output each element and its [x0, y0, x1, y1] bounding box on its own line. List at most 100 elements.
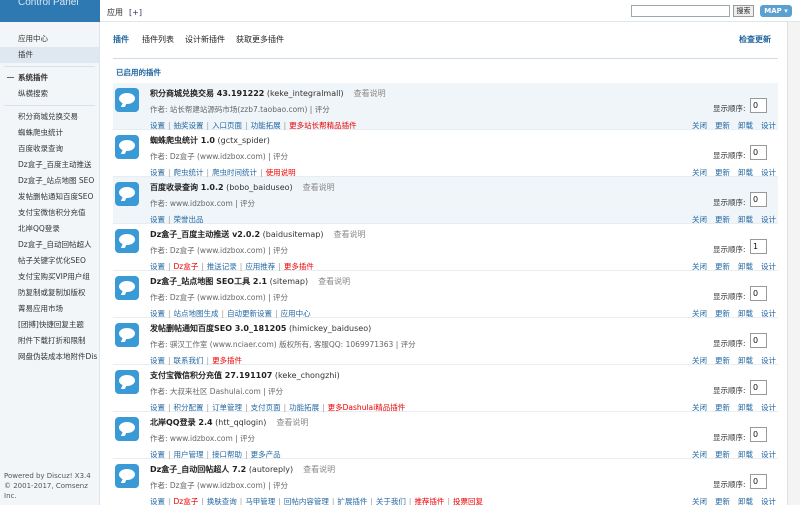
plugin-link[interactable]: 设置 — [150, 450, 165, 459]
plugin-link[interactable]: 更多插件 — [284, 262, 314, 271]
plugin-link[interactable]: 推荐插件 — [414, 497, 444, 505]
design-button[interactable]: 设计 — [761, 403, 776, 412]
display-order-input[interactable]: 0 — [750, 286, 767, 301]
tab-get-more[interactable]: 获取更多插件 — [236, 35, 284, 44]
plugin-link[interactable]: 更多产品 — [251, 450, 281, 459]
design-button[interactable]: 设计 — [761, 168, 776, 177]
disable-button[interactable]: 关闭 — [692, 121, 707, 130]
update-button[interactable]: 更新 — [715, 215, 730, 224]
display-order-input[interactable]: 0 — [750, 98, 767, 113]
rate-link[interactable]: 评分 — [401, 340, 416, 349]
scrollbar[interactable] — [787, 22, 800, 505]
add-shortcut-button[interactable]: [+] — [129, 8, 142, 17]
search-input[interactable] — [631, 5, 730, 17]
rate-link[interactable]: 评分 — [240, 434, 255, 443]
plugin-link[interactable]: 使用说明 — [266, 168, 296, 177]
display-order-input[interactable]: 0 — [750, 192, 767, 207]
display-order-input[interactable]: 0 — [750, 333, 767, 348]
rate-link[interactable]: 评分 — [240, 199, 255, 208]
sidebar-item[interactable]: 应用中心 — [0, 31, 99, 47]
plugin-link[interactable]: 设置 — [150, 121, 165, 130]
readme-link[interactable]: 查看说明 — [354, 89, 386, 98]
display-order-input[interactable]: 0 — [750, 474, 767, 489]
plugin-link[interactable]: 设置 — [150, 403, 165, 412]
update-button[interactable]: 更新 — [715, 121, 730, 130]
rate-link[interactable]: 评分 — [273, 481, 288, 490]
sidebar-item[interactable]: 防复制或复制加版权 — [0, 285, 99, 301]
plugin-link[interactable]: 积分配置 — [174, 403, 204, 412]
disable-button[interactable]: 关闭 — [692, 262, 707, 271]
sidebar-item[interactable]: 北岸QQ登录 — [0, 221, 99, 237]
plugin-link[interactable]: 接口帮助 — [212, 450, 242, 459]
sidebar-item[interactable]: 纵横搜索 — [0, 86, 99, 102]
plugin-link[interactable]: 设置 — [150, 309, 165, 318]
plugin-link[interactable]: 入口页面 — [212, 121, 242, 130]
plugin-link[interactable]: 推送记录 — [207, 262, 237, 271]
plugin-link[interactable]: 自动更新设置 — [227, 309, 272, 318]
plugin-link[interactable]: 设置 — [150, 168, 165, 177]
rate-link[interactable]: 评分 — [268, 387, 283, 396]
plugin-link[interactable]: 关于我们 — [376, 497, 406, 505]
disable-button[interactable]: 关闭 — [692, 168, 707, 177]
plugin-link[interactable]: 功能拓展 — [289, 403, 319, 412]
tab-plugin-list[interactable]: 插件列表 — [142, 35, 174, 44]
plugin-link[interactable]: 订单管理 — [212, 403, 242, 412]
disable-button[interactable]: 关闭 — [692, 309, 707, 318]
update-button[interactable]: 更新 — [715, 356, 730, 365]
display-order-input[interactable]: 1 — [750, 239, 767, 254]
uninstall-button[interactable]: 卸载 — [738, 497, 753, 505]
sidebar-item[interactable]: 网盘伪装成本地附件Dis — [0, 349, 99, 365]
readme-link[interactable]: 查看说明 — [303, 465, 335, 474]
plugin-link[interactable]: 设置 — [150, 497, 165, 505]
plugin-link[interactable]: 更多站长帮精品插件 — [289, 121, 357, 130]
plugin-link[interactable]: 设置 — [150, 215, 165, 224]
disable-button[interactable]: 关闭 — [692, 403, 707, 412]
plugin-link[interactable]: Dz盒子 — [174, 262, 199, 271]
plugin-link[interactable]: 设置 — [150, 356, 165, 365]
plugin-link[interactable]: 功能拓展 — [251, 121, 281, 130]
plugin-link[interactable]: 马甲管理 — [245, 497, 275, 505]
breadcrumb-app[interactable]: 应用 — [107, 8, 123, 17]
update-button[interactable]: 更新 — [715, 450, 730, 459]
tab-design-plugin[interactable]: 设计新插件 — [185, 35, 225, 44]
sidebar-item[interactable]: Dz盒子_自动回帖超人 — [0, 237, 99, 253]
uninstall-button[interactable]: 卸载 — [738, 168, 753, 177]
design-button[interactable]: 设计 — [761, 121, 776, 130]
sidebar-item[interactable]: 帖子关键字优化SEO — [0, 253, 99, 269]
plugin-link[interactable]: 更多Dashulai精品插件 — [328, 403, 406, 412]
sidebar-item[interactable]: 插件 — [0, 47, 99, 63]
tab-plugins[interactable]: 插件 — [113, 35, 129, 44]
sidebar-item[interactable]: [团搏]快捷回复主题 — [0, 317, 99, 333]
readme-link[interactable]: 查看说明 — [318, 277, 350, 286]
plugin-link[interactable]: 换肤查询 — [207, 497, 237, 505]
plugin-link[interactable]: 回帖内容管理 — [284, 497, 329, 505]
plugin-link[interactable]: Dz盒子 — [174, 497, 199, 505]
update-button[interactable]: 更新 — [715, 403, 730, 412]
sidebar-group-system[interactable]: 系统插件 — [0, 70, 99, 86]
plugin-link[interactable]: 用户管理 — [174, 450, 204, 459]
plugin-link[interactable]: 联系我们 — [174, 356, 204, 365]
sidebar-item[interactable]: 附件下载打折和限制 — [0, 333, 99, 349]
plugin-link[interactable]: 荣誉出品 — [174, 215, 204, 224]
plugin-link[interactable]: 站点地图生成 — [174, 309, 219, 318]
update-button[interactable]: 更新 — [715, 262, 730, 271]
plugin-link[interactable]: 应用推荐 — [245, 262, 275, 271]
sidebar-item[interactable]: 发帖删帖通知百度SEO — [0, 189, 99, 205]
uninstall-button[interactable]: 卸载 — [738, 309, 753, 318]
rate-link[interactable]: 评分 — [273, 246, 288, 255]
rate-link[interactable]: 评分 — [273, 293, 288, 302]
plugin-link[interactable]: 投票回复 — [453, 497, 483, 505]
plugin-link[interactable]: 设置 — [150, 262, 165, 271]
readme-link[interactable]: 查看说明 — [333, 230, 365, 239]
plugin-link[interactable]: 更多插件 — [212, 356, 242, 365]
readme-link[interactable]: 查看说明 — [276, 418, 308, 427]
plugin-link[interactable]: 应用中心 — [281, 309, 311, 318]
uninstall-button[interactable]: 卸载 — [738, 403, 753, 412]
plugin-link[interactable]: 抽奖设置 — [174, 121, 204, 130]
rate-link[interactable]: 评分 — [315, 105, 330, 114]
design-button[interactable]: 设计 — [761, 309, 776, 318]
sidebar-item[interactable]: 支付宝购买VIP用户组 — [0, 269, 99, 285]
design-button[interactable]: 设计 — [761, 450, 776, 459]
design-button[interactable]: 设计 — [761, 356, 776, 365]
sidebar-item[interactable]: Dz盒子_百度主动推送 — [0, 157, 99, 173]
